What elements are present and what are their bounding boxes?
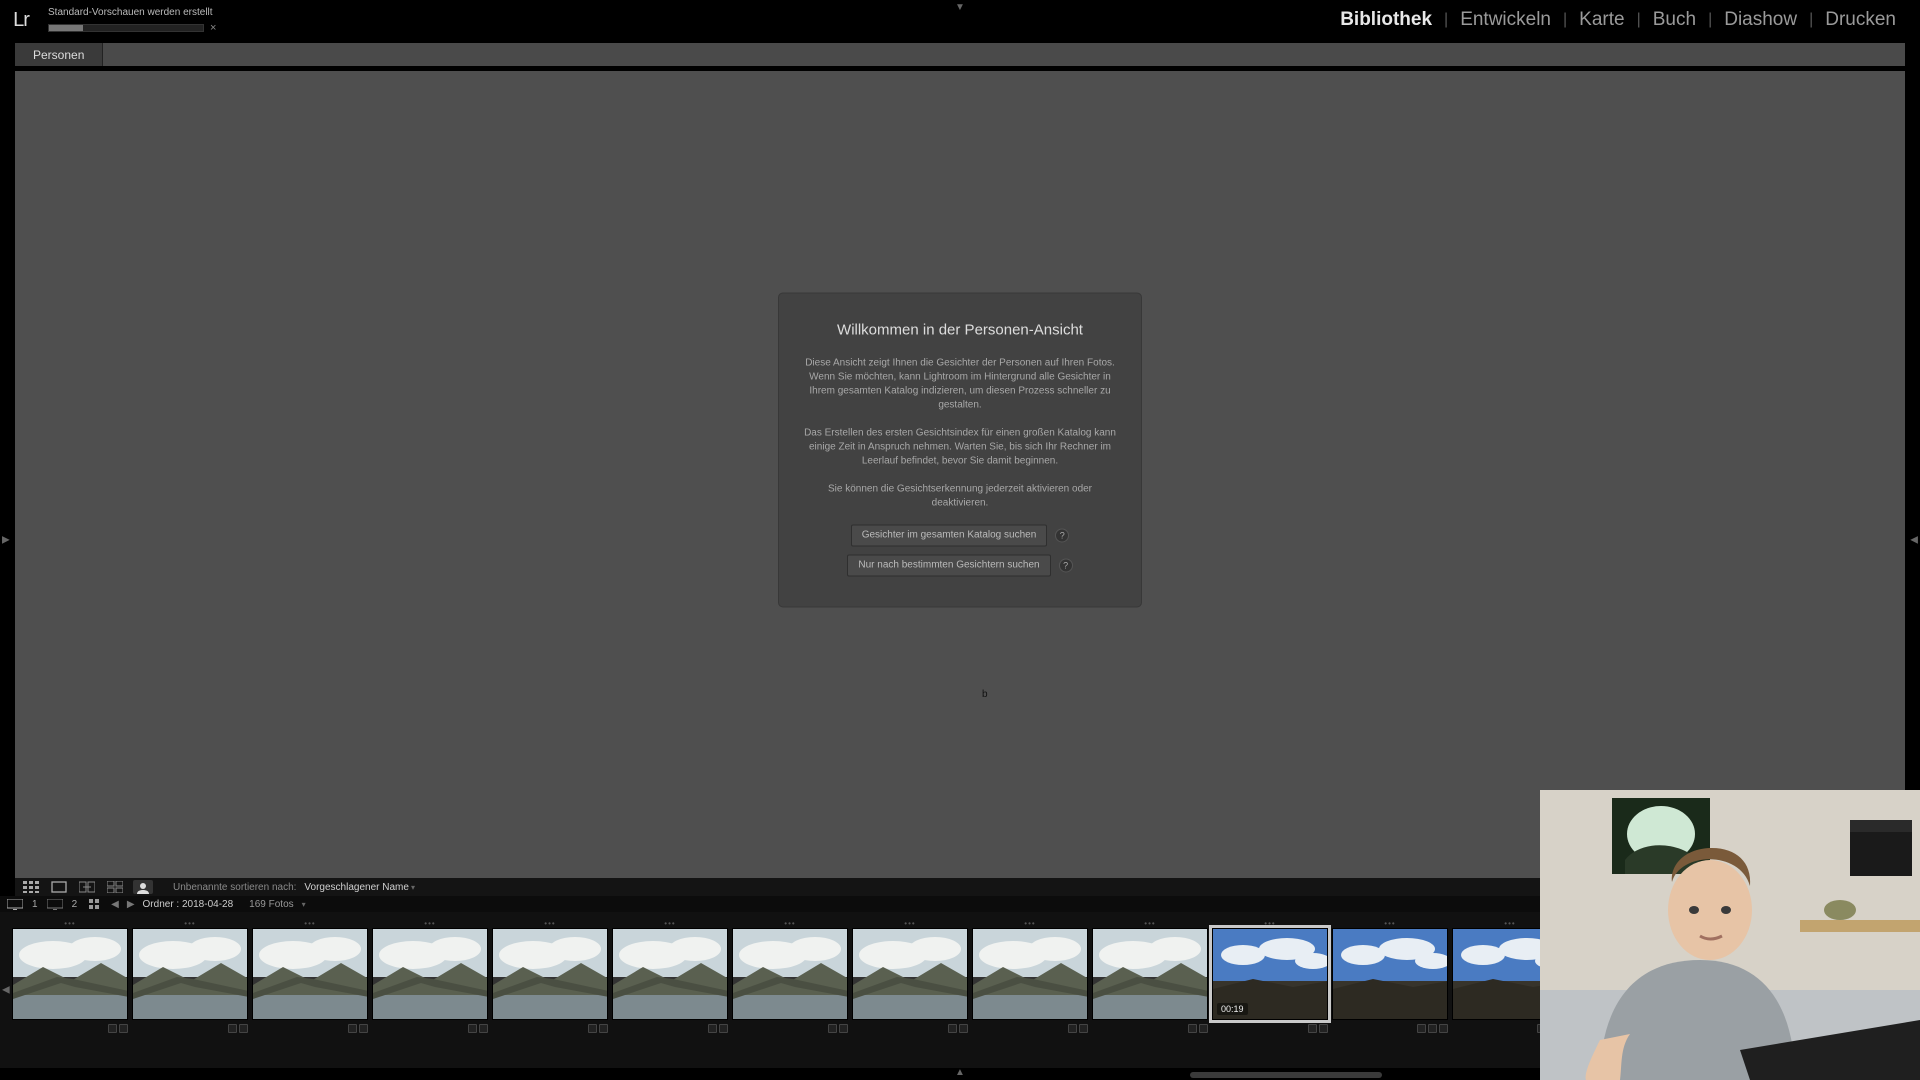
filmstrip-thumbnail[interactable]: ••• (612, 928, 728, 1020)
module-diashow[interactable]: Diashow (1712, 0, 1809, 40)
sort-label: Unbenannte sortieren nach: (173, 882, 296, 893)
find-specific-faces-button[interactable]: Nur nach bestimmten Gesichtern suchen (847, 554, 1050, 576)
grid-view-icon[interactable] (21, 880, 41, 894)
text-cursor: b (982, 689, 988, 700)
video-duration-badge: 00:19 (1217, 1003, 1248, 1015)
grid-small-icon[interactable] (85, 898, 103, 910)
nav-back-icon[interactable]: ◀ (111, 899, 119, 910)
filmstrip-thumbnail[interactable]: ••• (132, 928, 248, 1020)
thumbnail-badges (972, 1022, 1088, 1034)
thumbnail-handle-icon: ••• (1504, 919, 1515, 928)
progress-label: Standard-Vorschauen werden erstellt (48, 7, 216, 18)
module-bibliothek[interactable]: Bibliothek (1328, 0, 1444, 40)
progress-indicator: Standard-Vorschauen werden erstellt × (48, 7, 216, 34)
expand-right-panel-icon[interactable]: ◀ (1910, 535, 1918, 546)
thumbnail-badges (252, 1022, 368, 1034)
expand-left-panel-icon[interactable]: ▶ (2, 535, 10, 546)
survey-view-icon[interactable] (105, 880, 125, 894)
thumbnail-badges (1332, 1022, 1448, 1034)
thumbnail-badges (612, 1022, 728, 1034)
thumbnail-image (1332, 928, 1448, 1020)
thumbnail-image (1092, 928, 1208, 1020)
filmstrip-scroll-left-icon[interactable]: ◀ (2, 985, 10, 996)
loupe-view-icon[interactable] (49, 880, 69, 894)
thumbnail-handle-icon: ••• (184, 919, 195, 928)
module-switcher: Bibliothek|Entwickeln|Karte|Buch|Diashow… (1328, 0, 1920, 40)
thumbnail-image (372, 928, 488, 1020)
thumbnail-badges (1212, 1022, 1328, 1034)
thumbnail-image (852, 928, 968, 1020)
presenter-webcam-overlay (1540, 790, 1920, 1080)
main-display-toggle-icon[interactable] (6, 898, 24, 910)
filmstrip-thumbnail[interactable]: •••00:19 (1212, 928, 1328, 1020)
help-icon[interactable]: ? (1059, 558, 1073, 572)
filmstrip-thumbnail[interactable]: ••• (372, 928, 488, 1020)
thumbnail-handle-icon: ••• (784, 919, 795, 928)
thumbnail-handle-icon: ••• (1384, 919, 1395, 928)
module-drucken[interactable]: Drucken (1813, 0, 1908, 40)
thumbnail-badges (852, 1022, 968, 1034)
main-canvas: Willkommen in der Personen-Ansicht Diese… (14, 70, 1906, 880)
filmstrip-thumbnail[interactable]: ••• (972, 928, 1088, 1020)
tab-people[interactable]: Personen (15, 43, 103, 66)
thumbnail-image (612, 928, 728, 1020)
thumbnail-image (972, 928, 1088, 1020)
thumbnail-image: 00:19 (1212, 928, 1328, 1020)
thumbnail-badges (372, 1022, 488, 1034)
thumbnail-handle-icon: ••• (304, 919, 315, 928)
chevron-down-icon[interactable]: ▾ (302, 900, 306, 909)
second-display-toggle-icon[interactable] (46, 898, 64, 910)
find-faces-catalog-button[interactable]: Gesichter im gesamten Katalog suchen (851, 524, 1048, 546)
monitor-2-label: 2 (72, 899, 78, 910)
welcome-title: Willkommen in der Personen-Ansicht (801, 321, 1119, 338)
help-icon[interactable]: ? (1055, 528, 1069, 542)
welcome-paragraph: Diese Ansicht zeigt Ihnen die Gesichter … (801, 356, 1119, 412)
thumbnail-handle-icon: ••• (424, 919, 435, 928)
progress-bar (48, 24, 204, 32)
thumbnail-image (252, 928, 368, 1020)
expand-bottom-panel-icon[interactable]: ▲ (955, 1067, 965, 1078)
nav-forward-icon[interactable]: ▶ (127, 899, 135, 910)
thumbnail-badges (492, 1022, 608, 1034)
view-tab-bar: Personen (14, 42, 1906, 67)
thumbnail-image (132, 928, 248, 1020)
welcome-paragraph: Das Erstellen des ersten Gesichtsindex f… (801, 426, 1119, 468)
source-path[interactable]: Ordner : 2018-04-28 (143, 899, 234, 910)
thumbnail-handle-icon: ••• (1144, 919, 1155, 928)
people-view-icon[interactable] (133, 880, 153, 894)
thumbnail-badges (1092, 1022, 1208, 1034)
thumbnail-badges (12, 1022, 128, 1034)
thumbnail-handle-icon: ••• (1264, 919, 1275, 928)
sort-dropdown[interactable]: Vorgeschlagener Name▾ (304, 882, 415, 893)
compare-view-icon[interactable] (77, 880, 97, 894)
thumbnail-handle-icon: ••• (904, 919, 915, 928)
thumbnail-handle-icon: ••• (64, 919, 75, 928)
thumbnail-handle-icon: ••• (1024, 919, 1035, 928)
title-bar: Lr Standard-Vorschauen werden erstellt ×… (0, 0, 1920, 40)
thumbnail-image (12, 928, 128, 1020)
module-entwickeln[interactable]: Entwickeln (1448, 0, 1563, 40)
thumbnail-image (732, 928, 848, 1020)
expand-top-panel-icon[interactable]: ▼ (955, 2, 965, 13)
thumbnail-handle-icon: ••• (544, 919, 555, 928)
filmstrip-thumbnail[interactable]: ••• (1092, 928, 1208, 1020)
filmstrip-thumbnail[interactable]: ••• (492, 928, 608, 1020)
thumbnail-badges (732, 1022, 848, 1034)
module-buch[interactable]: Buch (1641, 0, 1708, 40)
filmstrip-thumbnail[interactable]: ••• (252, 928, 368, 1020)
photo-count: 169 Fotos (249, 899, 293, 910)
filmstrip-thumbnail[interactable]: ••• (852, 928, 968, 1020)
welcome-panel: Willkommen in der Personen-Ansicht Diese… (779, 293, 1141, 606)
thumbnail-badges (132, 1022, 248, 1034)
module-karte[interactable]: Karte (1567, 0, 1636, 40)
thumbnail-image (492, 928, 608, 1020)
filmstrip-thumbnail[interactable]: ••• (732, 928, 848, 1020)
welcome-paragraph: Sie können die Gesichtserkennung jederze… (801, 482, 1119, 510)
monitor-1-label: 1 (32, 899, 38, 910)
app-logo: Lr (0, 0, 42, 40)
filmstrip-thumbnail[interactable]: ••• (12, 928, 128, 1020)
thumbnail-handle-icon: ••• (664, 919, 675, 928)
cancel-progress-button[interactable]: × (210, 22, 216, 34)
filmstrip-thumbnail[interactable]: ••• (1332, 928, 1448, 1020)
